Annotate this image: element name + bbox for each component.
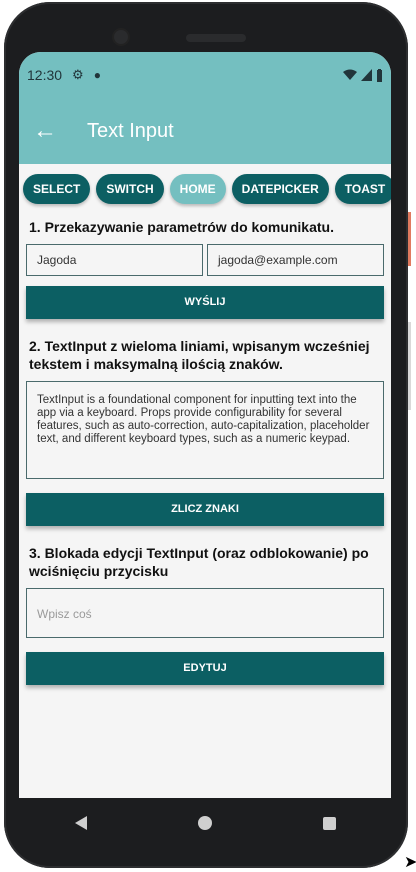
tab-switch[interactable]: SWITCH [96,174,164,204]
edit-button[interactable]: EDYTUJ [26,652,384,685]
volume-button [408,212,411,266]
main-content: 1. Przekazywanie parametrów do komunikat… [19,218,391,685]
status-time: 12:30 [27,67,63,83]
notification-dot-icon: ● [93,68,101,82]
signal-icon [361,69,372,81]
page-title: Text Input [87,119,174,142]
system-nav-bar [19,798,391,848]
wifi-icon [343,69,357,80]
email-input[interactable]: jagoda@example.com [207,244,384,276]
tab-toast[interactable]: TOAST [334,174,391,204]
app-screen: 12:30 ⚙ ● ← Text Input SELECT SWITCH HOM… [19,52,391,832]
tab-select[interactable]: SELECT [23,174,91,204]
locked-text-input[interactable]: Wpisz coś [26,588,384,638]
tab-datepicker[interactable]: DATEPICKER [231,174,329,204]
send-button[interactable]: WYŚLIJ [26,286,384,319]
name-input[interactable]: Jagoda [26,244,203,276]
nav-back-icon[interactable] [74,816,87,830]
nav-recents-icon[interactable] [322,816,336,830]
power-button [408,322,411,410]
settings-gear-icon: ⚙ [72,67,84,82]
front-camera [114,30,128,44]
section3-title: 3. Blokada edycji TextInput (oraz odblok… [29,545,369,579]
section1-inputs: Jagoda jagoda@example.com [26,244,384,276]
section1-title: 1. Przekazywanie parametrów do komunikat… [29,219,334,235]
tab-home[interactable]: HOME [169,174,226,204]
earpiece-speaker [186,34,246,42]
mouse-cursor-icon: ➤ [404,854,416,871]
status-bar: 12:30 ⚙ ● [19,52,391,98]
nav-home-icon[interactable] [197,816,212,830]
count-chars-button[interactable]: ZLICZ ZNAKI [26,493,384,526]
tab-bar: SELECT SWITCH HOME DATEPICKER TOAST [19,164,391,210]
back-arrow-icon[interactable]: ← [33,117,73,145]
app-bar: ← Text Input [19,98,391,164]
multiline-input[interactable]: TextInput is a foundational component fo… [26,381,384,479]
battery-icon [377,68,382,82]
section2-title: 2. TextInput z wieloma liniami, wpisanym… [29,338,370,372]
